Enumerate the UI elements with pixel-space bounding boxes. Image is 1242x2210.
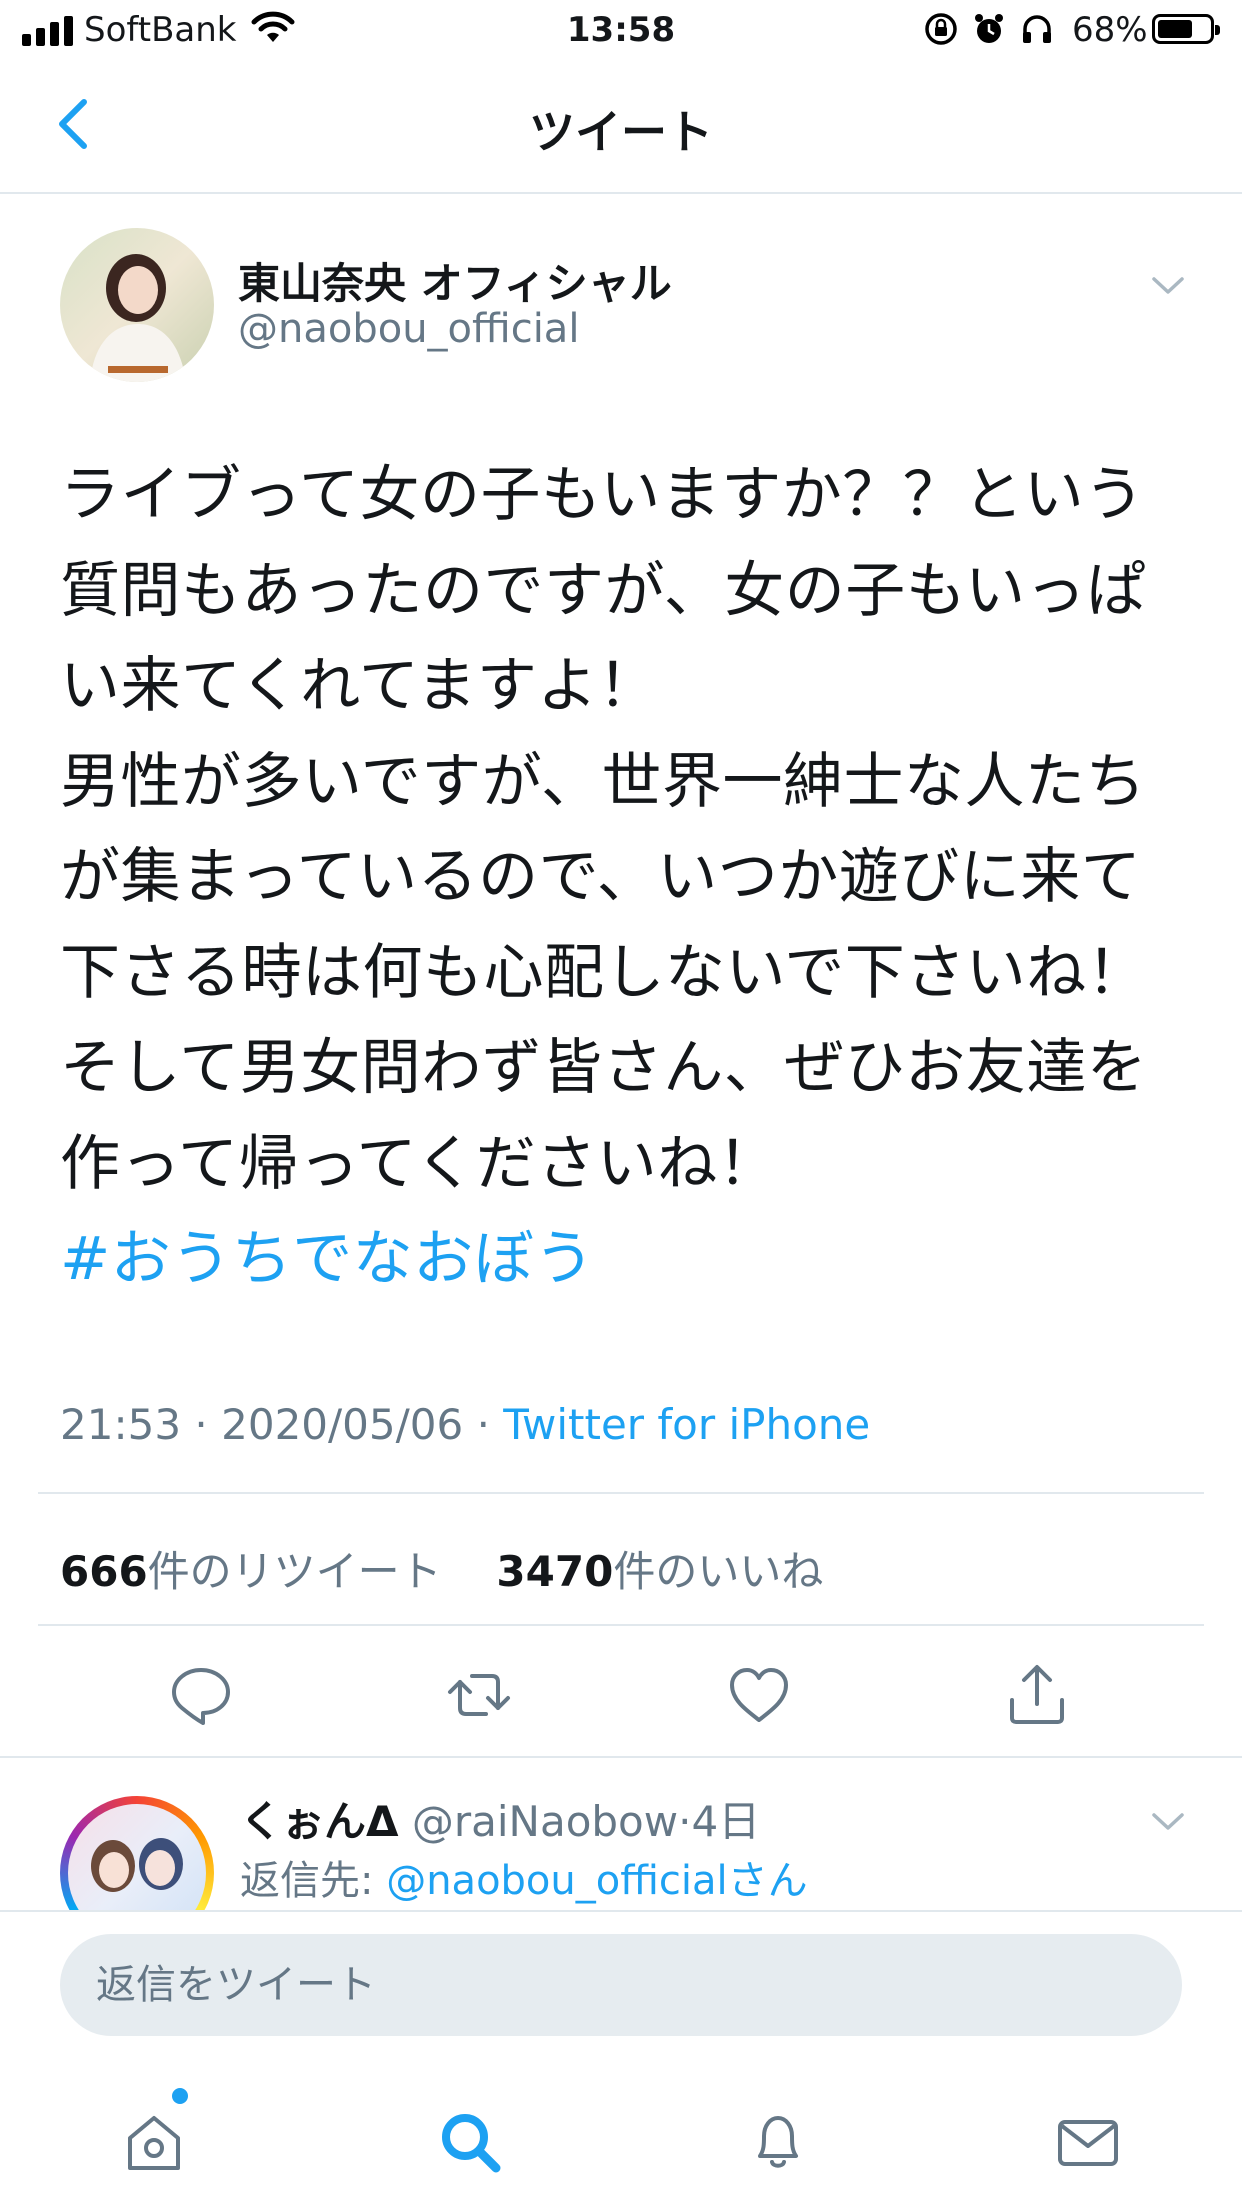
reply-avatar[interactable] [60,1796,214,1910]
battery-percent: 68% [1072,10,1148,50]
tab-bar [0,2090,1242,2208]
tweet-actions [0,1660,1242,1750]
retweet-icon[interactable] [444,1660,514,1730]
like-stat[interactable]: 3470件のいいね [496,1547,823,1596]
author-handle[interactable]: @naobou_official [238,306,579,352]
tweet-meta: 21:53 · 2020/05/06 · Twitter for iPhone [60,1400,870,1449]
hashtag-link[interactable]: #おうちでなおぼう [60,1224,595,1294]
bell-icon[interactable] [742,2106,814,2178]
author-name[interactable]: 東山奈央 オフィシャル [238,250,672,311]
reply-to: 返信先: @naobou_officialさん [240,1848,808,1906]
reply-to-label: 返信先: [240,1858,374,1904]
tweet-time: 21:53 [60,1400,182,1449]
comment-icon[interactable] [166,1660,236,1730]
chevron-down-icon[interactable] [1148,270,1188,300]
battery-fill [1158,20,1192,38]
tweet-text: ライブって女の子もいますか？？という 質問もあったのですが、女の子もいっぱ い来… [60,448,1190,1308]
reply-header: くぉんΔ @raiNaobow·4日 [240,1788,760,1849]
divider [38,1492,1204,1494]
divider [38,1624,1204,1626]
nav-header: ツイート [0,62,1242,194]
like-label: 件のいいね [613,1547,824,1596]
search-icon[interactable] [434,2106,506,2178]
tweet-stats: 666件のリツイート 3470件のいいね [60,1538,823,1599]
battery-icon [1152,14,1220,44]
like-count: 3470 [496,1547,614,1596]
retweet-stat[interactable]: 666件のリツイート [60,1547,442,1596]
meta-separator: · [194,1400,208,1449]
page-title: ツイート [529,105,713,159]
reply-separator: · [678,1797,692,1846]
home-icon[interactable] [118,2106,190,2178]
reply-to-handle[interactable]: @naobou_official [386,1858,727,1904]
orientation-lock-icon [925,13,957,45]
mail-icon[interactable] [1052,2106,1124,2178]
heart-icon[interactable] [724,1660,794,1730]
author-avatar[interactable] [60,228,214,382]
reply-age: 4日 [691,1797,761,1846]
reply-to-suffix: さん [727,1858,808,1904]
home-badge-dot [172,2088,188,2104]
status-time: 13:58 [566,10,676,50]
reply-author-name[interactable]: くぉんΔ [240,1797,399,1846]
alarm-icon [975,14,1003,43]
reply-item[interactable]: くぉんΔ @raiNaobow·4日 返信先: @naobou_official… [0,1758,1242,1910]
status-bar: SoftBank 13:58 68% [0,0,1242,62]
retweet-label: 件のリツイート [147,1547,442,1596]
reply-author-handle[interactable]: @raiNaobow [412,1797,678,1846]
tweet-body: ライブって女の子もいますか？？という 質問もあったのですが、女の子もいっぱ い来… [60,460,1148,1199]
share-icon[interactable] [1002,1660,1072,1730]
retweet-count: 666 [60,1547,148,1596]
headphones-icon [1023,15,1051,43]
meta-separator: · [476,1400,490,1449]
tweet-date: 2020/05/06 [221,1400,464,1449]
source-link[interactable]: Twitter for iPhone [503,1400,870,1449]
chevron-down-icon[interactable] [1148,1806,1188,1836]
reply-input[interactable]: 返信をツイート [60,1934,1182,2036]
